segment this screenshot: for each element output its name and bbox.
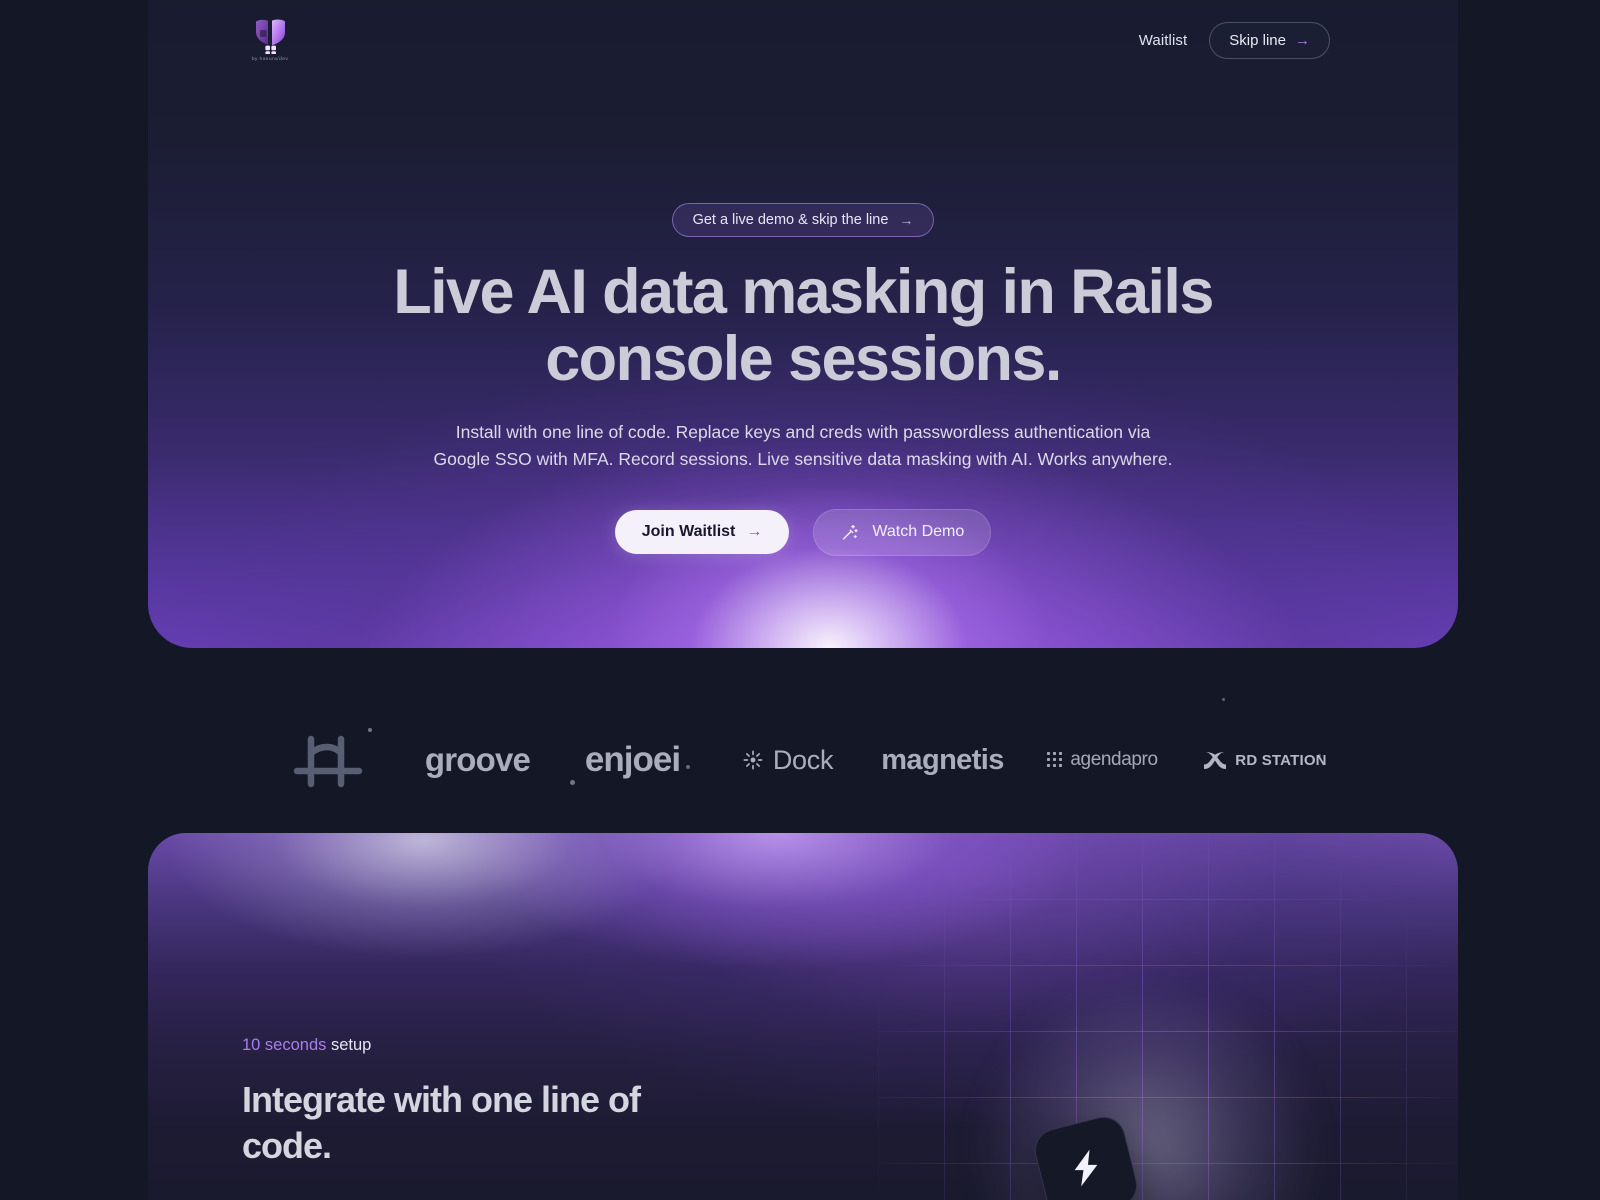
shield-icon (248, 18, 292, 55)
dock-asterisk-icon (742, 749, 764, 771)
logo-groove-label: groove (424, 741, 531, 778)
eyebrow-highlight: 10 seconds (242, 1036, 327, 1054)
join-waitlist-button[interactable]: Join Waitlist → (614, 510, 790, 555)
hero-panel: Get a live demo & skip the line → Live A… (148, 0, 1458, 648)
page-title: Live AI data masking in Rails console se… (393, 257, 1214, 394)
lightning-bolt-icon (1069, 1148, 1103, 1188)
logo-enjoei-label: enjoei (584, 740, 681, 779)
agendapro-grid-icon (1047, 752, 1063, 768)
logo-magnetis: magnetis (863, 725, 1023, 795)
decorative-grid (878, 833, 1458, 1200)
logo-rd-station-label: RD STATION (1235, 751, 1327, 769)
brand-logo[interactable]: by hasura/dev (248, 18, 292, 62)
logo-dock-label: Dock (772, 744, 834, 775)
logo-rd-station: RD STATION (1183, 725, 1348, 795)
logo-agendapro: agendapro (1023, 725, 1183, 795)
logo-dock: Dock (713, 725, 863, 795)
skip-line-label: Skip line (1229, 31, 1286, 49)
landing-page: Get a live demo & skip the line → Live A… (0, 0, 1600, 1200)
rd-station-mark-icon (1203, 751, 1227, 770)
nav-actions: Waitlist Skip line → (1139, 21, 1330, 59)
watch-demo-label: Watch Demo (872, 523, 965, 541)
eyebrow-rest: setup (326, 1036, 372, 1054)
logo-agendapro-label: agendapro (1070, 749, 1158, 770)
magic-wand-icon (840, 523, 859, 542)
join-waitlist-label: Join Waitlist (641, 523, 736, 541)
arrow-right-icon: → (746, 523, 763, 541)
top-navigation: by hasura/dev Waitlist Skip line → (0, 0, 1600, 80)
brand-sublabel: by hasura/dev (251, 56, 289, 62)
watch-demo-button[interactable]: Watch Demo (813, 508, 992, 556)
logo-magnetis-label: magnetis (881, 743, 1004, 776)
skip-line-button[interactable]: Skip line → (1209, 21, 1330, 59)
customer-logo-strip: groove enjoei Dock magnetis agendapro RD… (0, 690, 1600, 830)
arrow-right-icon: → (1295, 31, 1310, 49)
section-title: Integrate with one line of code. (242, 1079, 641, 1166)
hero-subtitle: Install with one line of code. Replace k… (433, 421, 1173, 470)
logo-hash-mark (253, 725, 403, 795)
nav-link-waitlist[interactable]: Waitlist (1139, 32, 1188, 49)
hero-badge-label: Get a live demo & skip the line (692, 212, 889, 228)
hero-demo-badge[interactable]: Get a live demo & skip the line → (671, 203, 935, 237)
arrow-right-icon: → (899, 212, 914, 228)
integrate-copy: 10 seconds setup Integrate with one line… (242, 1036, 702, 1168)
hero-content: Get a live demo & skip the line → Live A… (148, 0, 1458, 648)
section-eyebrow: 10 seconds setup (242, 1036, 702, 1055)
logo-groove: groove (403, 725, 553, 795)
logo-enjoei: enjoei (553, 725, 713, 795)
hero-cta-group: Join Waitlist → Watch Demo (614, 508, 992, 556)
